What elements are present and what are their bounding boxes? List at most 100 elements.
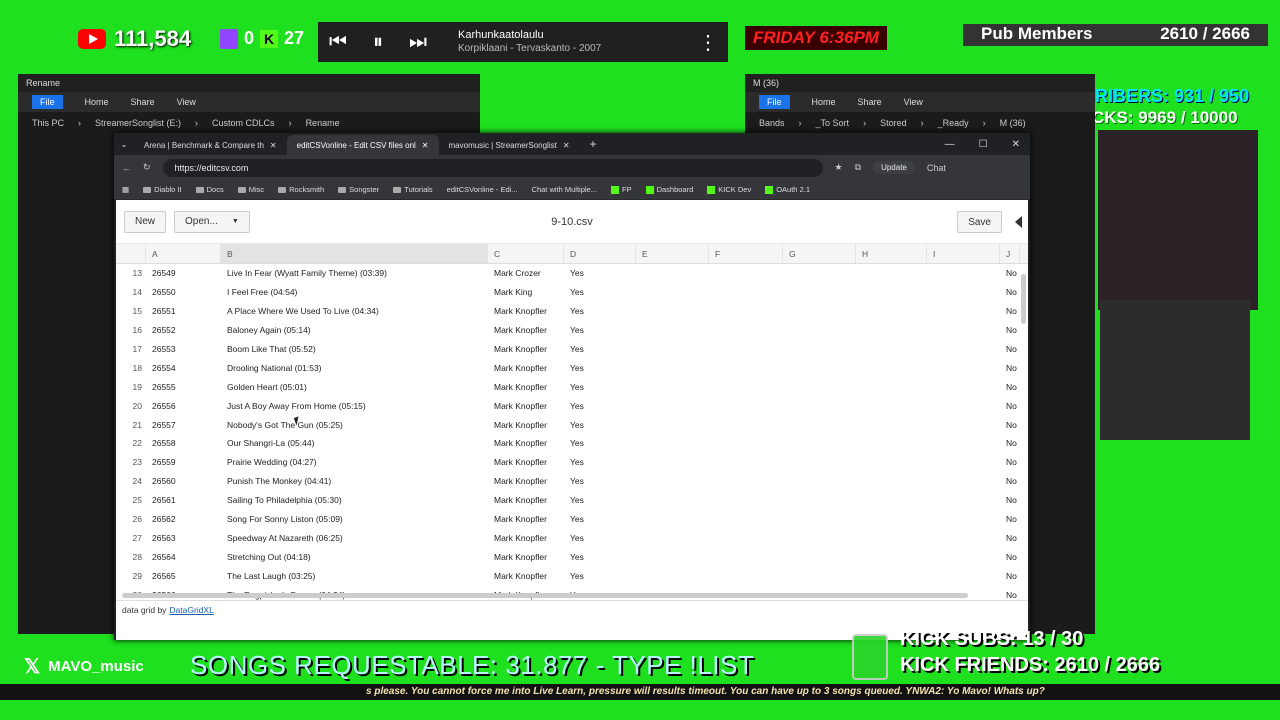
grid-cell[interactable]: Sailing To Philadelphia (05:30) (221, 495, 488, 505)
close-icon[interactable]: ✕ (422, 141, 429, 150)
grid-cell[interactable]: 26561 (146, 495, 221, 505)
explorer-menu-share[interactable]: Share (131, 97, 155, 107)
grid-cell[interactable]: 26560 (146, 476, 221, 486)
close-icon[interactable]: ✕ (270, 141, 277, 150)
table-row[interactable]: 14 26550 I Feel Free (04:54) Mark King Yes No (116, 283, 1028, 302)
open-button[interactable]: Open... ▼ (174, 210, 250, 233)
grid-cell[interactable]: No (1000, 382, 1020, 392)
bookmark-docs[interactable]: Docs (195, 185, 224, 194)
table-row[interactable]: 21 26557 Nobody's Got The Gun (05:25) Mark … (116, 415, 1028, 434)
grid-cell[interactable]: I Feel Free (04:54) (221, 287, 488, 297)
collapse-panel-icon[interactable] (1015, 216, 1022, 228)
next-track-icon[interactable]: ⏭ (398, 31, 438, 54)
column-header-a[interactable]: A (146, 244, 221, 263)
grid-cell[interactable]: 26553 (146, 344, 221, 354)
bookmark-diablo[interactable]: Diablo II (143, 185, 182, 194)
grid-cell[interactable]: No (1000, 590, 1020, 600)
bookmark-kick-dev[interactable]: KICK Dev (707, 185, 751, 194)
grid-cell[interactable]: Mark Knopfler (488, 382, 564, 392)
table-row[interactable]: 28 26564 Stretching Out (04:18) Mark Knopfl… (116, 547, 1028, 566)
grid-cell[interactable]: Drooling National (01:53) (221, 363, 488, 373)
grid-cell[interactable]: Mark Knopfler (488, 476, 564, 486)
url-field[interactable]: https://editcsv.com (162, 158, 823, 177)
bookmark-editcsv[interactable]: editCSVonline - Edi... (447, 185, 518, 194)
grid-cell[interactable]: Yes (564, 420, 636, 430)
path-segment[interactable]: Stored (880, 118, 907, 128)
grid-cell[interactable]: Mark Crozer (488, 268, 564, 278)
table-row[interactable]: 23 26559 Prairie Wedding (04:27) Mark Knopf… (116, 453, 1028, 472)
grid-cell[interactable]: Yes (564, 401, 636, 411)
grid-cell[interactable]: 26549 (146, 268, 221, 278)
grid-cell[interactable]: Yes (564, 306, 636, 316)
data-grid[interactable]: 13 26549 Live In Fear (Wyatt Family Theme)… (116, 264, 1028, 600)
grid-cell[interactable]: Our Shangri-La (05:44) (221, 438, 488, 448)
more-options-icon[interactable]: ⋮ (688, 30, 728, 55)
grid-cell[interactable]: No (1000, 344, 1020, 354)
grid-cell[interactable]: Live In Fear (Wyatt Family Theme) (03:39… (221, 268, 488, 278)
explorer-menu-home[interactable]: Home (812, 97, 836, 107)
table-row[interactable]: 26 26562 Song For Sonny Liston (05:09) Mark… (116, 510, 1028, 529)
update-button[interactable]: Update (873, 161, 915, 174)
grid-cell[interactable]: 26562 (146, 514, 221, 524)
column-header-d[interactable]: D (564, 244, 636, 263)
datagridxl-link[interactable]: DataGridXL (169, 605, 213, 615)
grid-cell[interactable]: Yes (564, 457, 636, 467)
maximize-icon[interactable]: ☐ (979, 139, 988, 150)
grid-cell[interactable]: Punish The Monkey (04:41) (221, 476, 488, 486)
table-row[interactable]: 19 26555 Golden Heart (05:01) Mark Knopfler… (116, 377, 1028, 396)
bookmark-chat[interactable]: Chat with Multiple... (532, 185, 597, 194)
tab-editcsv[interactable]: editCSVonline - Edit CSV files onl ✕ (286, 135, 439, 155)
tab-streamersonglist[interactable]: mavomusic | StreamerSonglist ✕ (439, 135, 580, 155)
grid-cell[interactable]: 26564 (146, 552, 221, 562)
grid-cell[interactable]: Mark Knopfler (488, 514, 564, 524)
grid-cell[interactable]: Yes (564, 287, 636, 297)
grid-cell[interactable]: Baloney Again (05:14) (221, 325, 488, 335)
explorer-menu-view[interactable]: View (177, 97, 196, 107)
explorer-menu-file[interactable]: File (32, 95, 63, 109)
column-header-f[interactable]: F (709, 244, 783, 263)
path-segment[interactable]: Rename (306, 118, 340, 128)
previous-track-icon[interactable]: ⏮ (318, 31, 358, 54)
star-icon[interactable]: ★ (835, 162, 843, 173)
grid-cell[interactable]: No (1000, 552, 1020, 562)
path-segment[interactable]: Bands (759, 118, 785, 128)
path-segment[interactable]: StreamerSonglist (E:) (95, 118, 181, 128)
grid-cell[interactable]: Yes (564, 438, 636, 448)
grid-cell[interactable]: A Place Where We Used To Live (04:34) (221, 306, 488, 316)
minimize-icon[interactable]: — (945, 139, 955, 150)
grid-cell[interactable]: Prairie Wedding (04:27) (221, 457, 488, 467)
grid-cell[interactable]: Mark Knopfler (488, 401, 564, 411)
grid-cell[interactable]: No (1000, 495, 1020, 505)
table-row[interactable]: 15 26551 A Place Where We Used To Live (04… (116, 302, 1028, 321)
table-row[interactable]: 18 26554 Drooling National (01:53) Mark Kno… (116, 358, 1028, 377)
vertical-scrollbar[interactable] (1021, 274, 1026, 324)
grid-cell[interactable]: 26552 (146, 325, 221, 335)
explorer-address[interactable]: Bands › _To Sort › Stored › _Ready › M (36) (745, 112, 1095, 134)
table-row[interactable]: 13 26549 Live In Fear (Wyatt Family Theme)… (116, 264, 1028, 283)
grid-cell[interactable]: 26551 (146, 306, 221, 316)
grid-cell[interactable]: Yes (564, 476, 636, 486)
grid-cell[interactable]: Stretching Out (04:18) (221, 552, 488, 562)
path-segment[interactable]: _To Sort (816, 118, 850, 128)
grid-cell[interactable]: Mark Knopfler (488, 571, 564, 581)
table-row[interactable]: 22 26558 Our Shangri-La (05:44) Mark Knopfl… (116, 434, 1028, 453)
bookmark-dashboard[interactable]: Dashboard (645, 185, 693, 194)
grid-cell[interactable]: Yes (564, 363, 636, 373)
grid-cell[interactable]: 26554 (146, 363, 221, 373)
grid-cell[interactable]: No (1000, 571, 1020, 581)
path-segment[interactable]: This PC (32, 118, 64, 128)
path-segment[interactable]: Custom CDLCs (212, 118, 275, 128)
column-header-c[interactable]: C (488, 244, 564, 263)
column-header-h[interactable]: H (856, 244, 927, 263)
table-row[interactable]: 29 26565 The Last Laugh (03:25) Mark Knopfl… (116, 566, 1028, 585)
table-row[interactable]: 24 26560 Punish The Monkey (04:41) Mark Kno… (116, 472, 1028, 491)
grid-cell[interactable]: Yes (564, 571, 636, 581)
column-header-g[interactable]: G (783, 244, 856, 263)
grid-cell[interactable]: 26563 (146, 533, 221, 543)
grid-cell[interactable]: Speedway At Nazareth (06:25) (221, 533, 488, 543)
grid-cell[interactable]: Mark Knopfler (488, 420, 564, 430)
grid-cell[interactable]: Yes (564, 268, 636, 278)
grid-cell[interactable]: No (1000, 401, 1020, 411)
close-window-icon[interactable]: ✕ (1012, 139, 1020, 150)
grid-cell[interactable]: 26559 (146, 457, 221, 467)
